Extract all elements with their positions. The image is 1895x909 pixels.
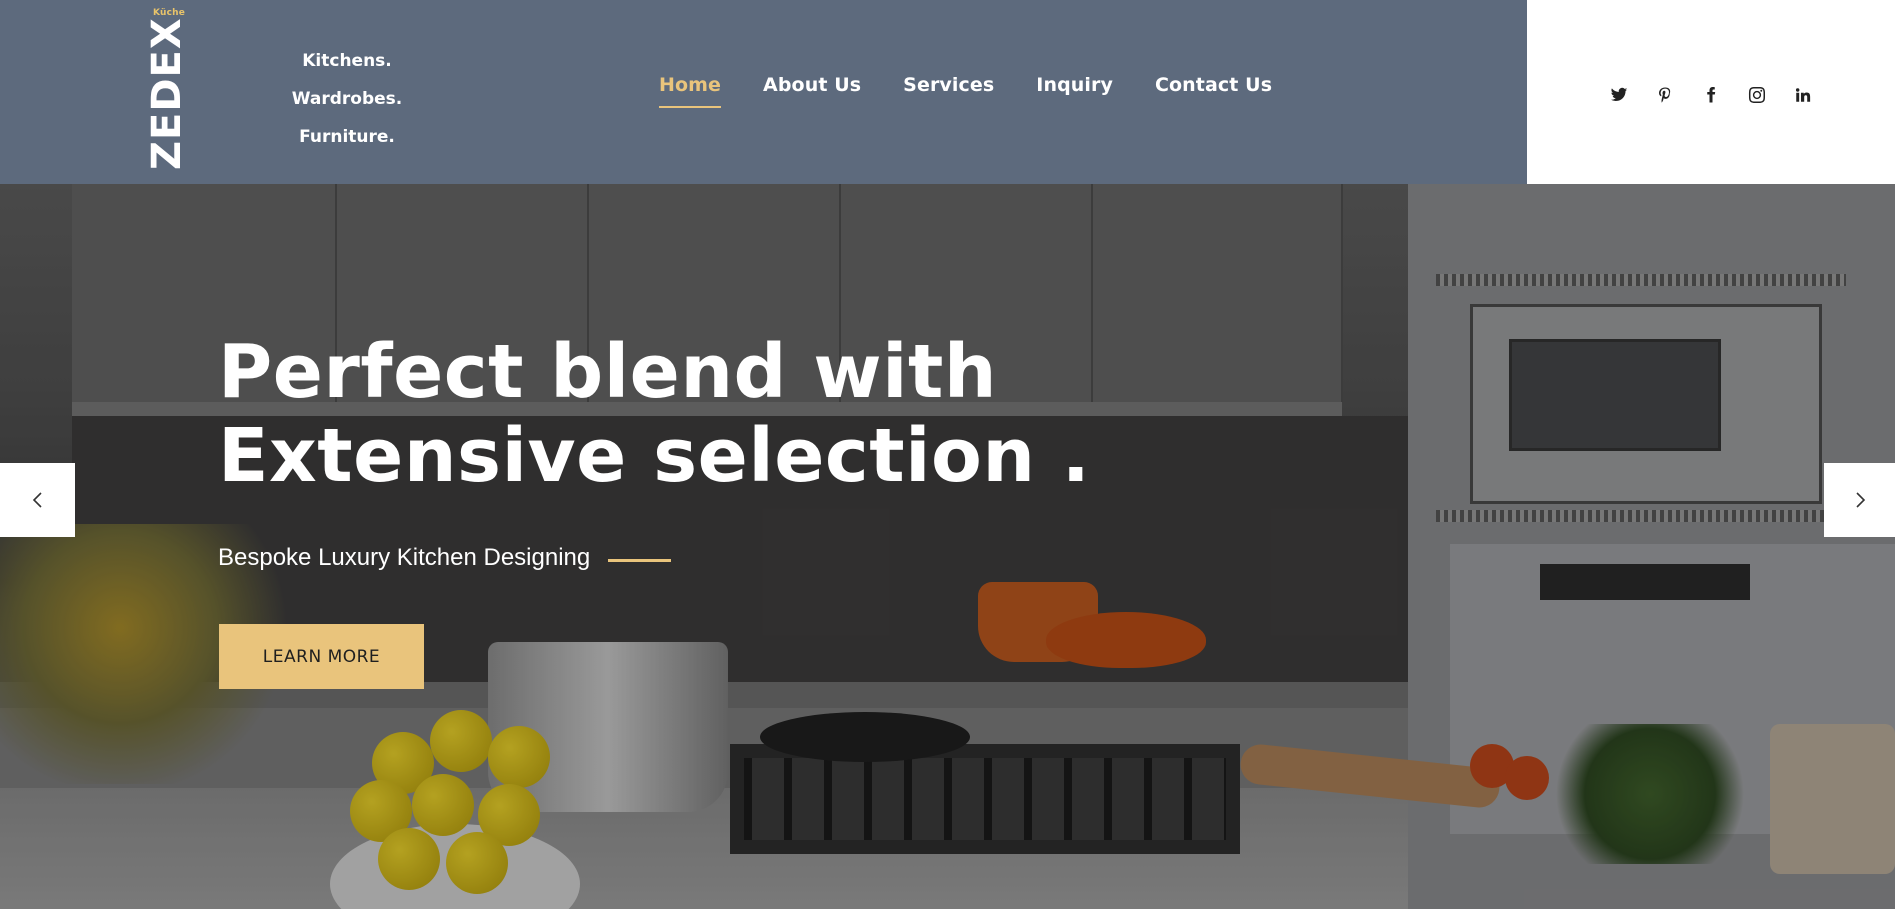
nav-services[interactable]: Services (903, 74, 994, 96)
chevron-right-icon (1855, 492, 1865, 508)
pinterest-icon[interactable] (1655, 85, 1675, 105)
tagline-line: Furniture. (299, 127, 395, 147)
hero-title-line: Extensive selection . (218, 413, 1091, 499)
hero-title-line: Perfect blend with (218, 329, 998, 415)
linkedin-icon[interactable] (1793, 85, 1813, 105)
hero-title: Perfect blend with Extensive selection . (218, 330, 1090, 498)
learn-more-button[interactable]: LEARN MORE (219, 624, 424, 689)
social-links (1527, 0, 1895, 185)
slider-next-button[interactable] (1824, 463, 1895, 537)
logo-wordmark: ZEDEX (144, 17, 190, 170)
hero-subtitle: Bespoke Luxury Kitchen Designing (218, 544, 591, 571)
site-header: Küche ZEDEX Kitchens. Wardrobes. Furnitu… (0, 0, 1527, 184)
tagline-line: Wardrobes. (291, 89, 403, 109)
main-nav: Home About Us Services Inquiry Contact U… (659, 74, 1272, 108)
logo[interactable]: Küche ZEDEX (144, 6, 190, 178)
facebook-icon[interactable] (1701, 85, 1721, 105)
instagram-icon[interactable] (1747, 85, 1767, 105)
twitter-icon[interactable] (1609, 85, 1629, 105)
hero-slider: Perfect blend with Extensive selection .… (0, 184, 1895, 909)
tagline: Kitchens. Wardrobes. Furniture. (272, 42, 422, 156)
nav-home[interactable]: Home (659, 74, 722, 108)
hero-subtitle-row: Bespoke Luxury Kitchen Designing (218, 544, 672, 572)
slider-prev-button[interactable] (0, 463, 75, 537)
tagline-line: Kitchens. (302, 51, 392, 71)
nav-about-us[interactable]: About Us (763, 74, 861, 96)
chevron-left-icon (32, 492, 42, 508)
subtitle-accent-line (608, 558, 672, 562)
nav-contact-us[interactable]: Contact Us (1155, 74, 1272, 96)
nav-inquiry[interactable]: Inquiry (1036, 74, 1113, 96)
